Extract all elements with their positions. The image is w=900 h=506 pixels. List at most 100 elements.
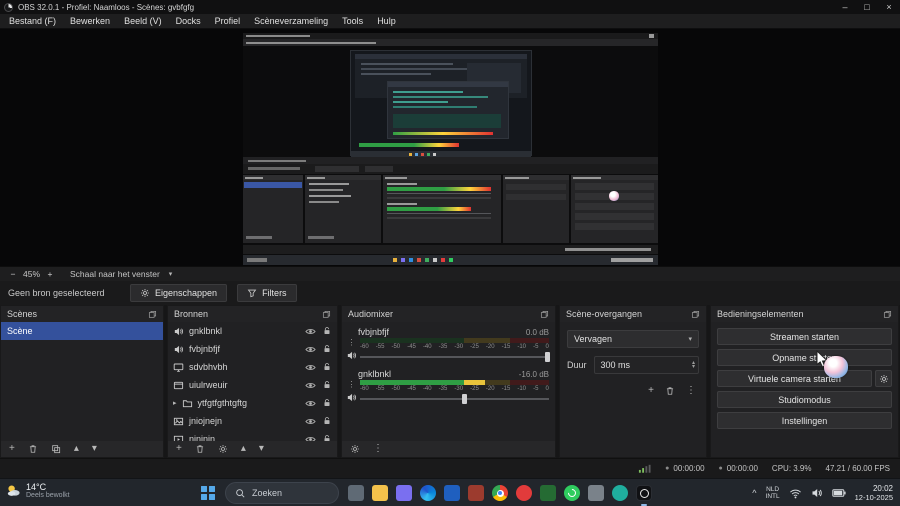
add-source-button[interactable]: +	[176, 444, 182, 454]
start-recording-button[interactable]: Opname starten	[717, 349, 892, 366]
wifi-icon[interactable]	[789, 488, 802, 499]
taskbar-clock[interactable]: 20:02 12-10-2025	[855, 484, 893, 503]
taskbar-app-6[interactable]	[464, 479, 488, 506]
menu-item-docks[interactable]: Docks	[169, 14, 208, 29]
menu-item-tools[interactable]: Tools	[335, 14, 370, 29]
mute-toggle-icon[interactable]	[346, 350, 357, 361]
menu-item-sceneverzameling[interactable]: Scèneverzameling	[247, 14, 335, 29]
scale-mode-dropdown-icon[interactable]: ▾	[169, 270, 173, 278]
volume-icon[interactable]	[811, 487, 823, 499]
transitions-dock-header[interactable]: Scène-overgangen	[560, 306, 706, 322]
add-scene-button[interactable]: +	[9, 444, 15, 454]
source-row[interactable]: jniojnejn	[168, 412, 337, 430]
source-row-clipped[interactable]: njnjnjn	[168, 430, 337, 441]
close-button[interactable]: ×	[878, 0, 900, 14]
lock-toggle-icon[interactable]	[322, 362, 332, 372]
obs-taskbar-button[interactable]	[632, 479, 656, 506]
edge-button[interactable]	[416, 479, 440, 506]
minimize-button[interactable]: –	[834, 0, 856, 14]
start-streaming-button[interactable]: Streamen starten	[717, 328, 892, 345]
scenes-dock-header[interactable]: Scènes	[1, 306, 163, 322]
group-expand-icon[interactable]: ▸	[173, 399, 177, 407]
taskbar-app-5[interactable]	[440, 479, 464, 506]
taskbar-app-1[interactable]	[344, 479, 368, 506]
mixer-options-icon[interactable]: ⋮	[348, 381, 356, 389]
duration-input[interactable]: 300 ms ▴ ▾	[593, 356, 699, 374]
visibility-toggle-icon[interactable]	[305, 380, 316, 391]
file-explorer-button[interactable]	[368, 479, 392, 506]
properties-button[interactable]: Eigenschappen	[130, 284, 228, 302]
tray-expand-icon[interactable]: ^	[752, 488, 756, 498]
move-source-down-button[interactable]: ▾	[259, 444, 264, 454]
maximize-button[interactable]: □	[856, 0, 878, 14]
source-row[interactable]: sdvbhvbh	[168, 358, 337, 376]
remove-source-button[interactable]	[195, 444, 205, 454]
window-titlebar[interactable]: OBS 32.0.1 - Profiel: Naamloos - Scènes:…	[0, 0, 900, 14]
visibility-toggle-icon[interactable]	[305, 344, 316, 355]
visibility-toggle-icon[interactable]	[305, 326, 316, 337]
whatsapp-button[interactable]	[560, 479, 584, 506]
battery-icon[interactable]	[831, 489, 846, 497]
lock-toggle-icon[interactable]	[322, 416, 332, 426]
source-row-group[interactable]: ▸ ytfgtfgthtgftg	[168, 394, 337, 412]
volume-slider[interactable]	[360, 393, 549, 404]
lock-toggle-icon[interactable]	[322, 434, 332, 441]
volume-slider[interactable]	[360, 351, 551, 362]
remove-transition-button[interactable]	[665, 386, 675, 396]
menu-item-bestand[interactable]: Bestand (F)	[2, 14, 63, 29]
controls-dock-header[interactable]: Bedieningselementen	[711, 306, 898, 322]
virtual-camera-settings-button[interactable]	[875, 370, 892, 387]
menu-item-profiel[interactable]: Profiel	[208, 14, 248, 29]
mixer-menu-button[interactable]: ⋮	[373, 444, 383, 454]
zoom-out-button[interactable]: −	[8, 269, 18, 279]
remove-scene-button[interactable]	[28, 444, 38, 454]
start-button[interactable]	[196, 481, 220, 505]
source-properties-button[interactable]	[218, 444, 228, 454]
language-switcher[interactable]: NLD INTL	[766, 486, 780, 500]
mixer-dock-header[interactable]: Audiomixer	[342, 306, 555, 322]
transition-menu-button[interactable]: ⋮	[686, 386, 696, 396]
taskbar-search[interactable]: Zoeken	[225, 482, 339, 504]
source-row[interactable]: fvbjnbfjf	[168, 340, 337, 358]
duplicate-scene-button[interactable]	[51, 444, 61, 454]
filters-button[interactable]: Filters	[237, 284, 297, 302]
source-row[interactable]: uiulrweuir	[168, 376, 337, 394]
visibility-toggle-icon[interactable]	[305, 434, 316, 442]
taskbar-app-12[interactable]	[608, 479, 632, 506]
start-virtual-camera-button[interactable]: Virtuele camera starten	[717, 370, 872, 387]
volume-slider-handle[interactable]	[545, 351, 551, 362]
move-source-up-button[interactable]: ▴	[241, 444, 246, 454]
transition-select[interactable]: Vervagen ▾	[567, 330, 699, 348]
settings-button[interactable]: Instellingen	[717, 412, 892, 429]
advanced-audio-button[interactable]	[350, 444, 360, 454]
duration-spinner[interactable]: ▴ ▾	[692, 360, 695, 370]
lock-toggle-icon[interactable]	[322, 344, 332, 354]
menu-item-bewerken[interactable]: Bewerken	[63, 14, 117, 29]
add-transition-button[interactable]: +	[648, 386, 654, 396]
visibility-toggle-icon[interactable]	[305, 362, 316, 373]
source-row[interactable]: gnklbnkl	[168, 322, 337, 340]
volume-slider-handle[interactable]	[462, 393, 468, 404]
taskbar-app-8[interactable]	[512, 479, 536, 506]
move-scene-down-button[interactable]: ▾	[92, 444, 97, 454]
lock-toggle-icon[interactable]	[322, 398, 332, 408]
zoom-in-button[interactable]: +	[45, 269, 55, 279]
lock-toggle-icon[interactable]	[322, 380, 332, 390]
sources-dock-header[interactable]: Bronnen	[168, 306, 337, 322]
mixer-options-icon[interactable]: ⋮	[348, 339, 356, 347]
menu-item-beeld[interactable]: Beeld (V)	[117, 14, 169, 29]
taskbar-app-9[interactable]	[536, 479, 560, 506]
visibility-toggle-icon[interactable]	[305, 416, 316, 427]
move-scene-up-button[interactable]: ▴	[74, 444, 79, 454]
studio-mode-button[interactable]: Studiomodus	[717, 391, 892, 408]
scene-list-item[interactable]: Scène	[1, 322, 163, 340]
chrome-button[interactable]	[488, 479, 512, 506]
preview-canvas[interactable]	[0, 29, 900, 266]
weather-widget[interactable]: 14°C Deels bewolkt	[6, 482, 70, 499]
spin-down-icon[interactable]: ▾	[692, 364, 695, 369]
taskbar-app-3[interactable]	[392, 479, 416, 506]
lock-toggle-icon[interactable]	[322, 326, 332, 336]
mute-toggle-icon[interactable]	[346, 392, 357, 403]
taskbar-app-11[interactable]	[584, 479, 608, 506]
visibility-toggle-icon[interactable]	[305, 398, 316, 409]
